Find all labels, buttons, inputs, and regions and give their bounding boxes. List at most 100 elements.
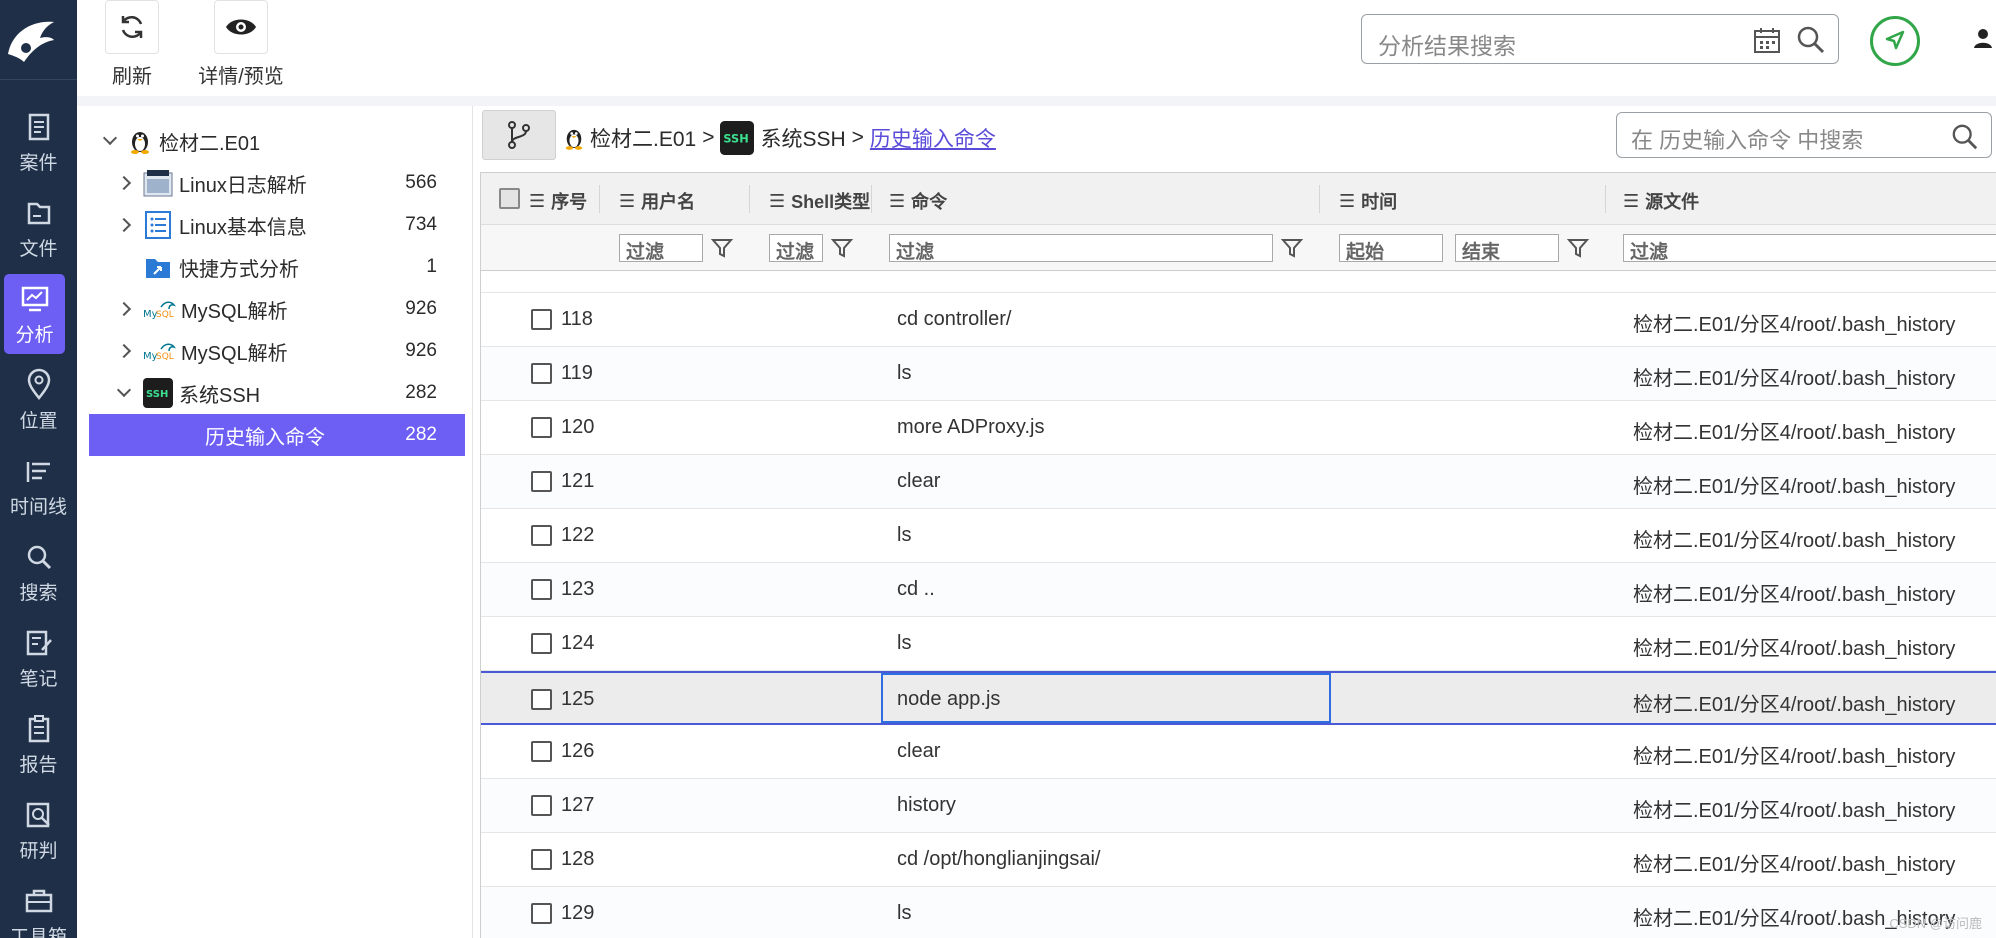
tree-item-history-commands[interactable]: 历史输入命令 282 [89,414,465,456]
row-command[interactable]: ls [897,902,911,925]
refresh-button[interactable]: 刷新 [103,0,161,89]
table-row[interactable]: 122 ls 检材二.E01/分区4/root/.bash_history [481,509,1996,563]
row-command[interactable]: ls [897,524,911,547]
nav-item-case[interactable]: 案件 [0,110,77,188]
column-header-time[interactable]: ☰ 时间 [1339,188,1397,214]
row-command[interactable]: ls [897,632,911,655]
table-row[interactable]: 127 history 检材二.E01/分区4/root/.bash_history [481,779,1996,833]
row-command[interactable]: ls [897,362,911,385]
filter-source-input[interactable]: 过滤 [1623,234,1996,263]
row-checkbox[interactable] [531,579,552,600]
nav-item-note[interactable]: 笔记 [0,626,77,704]
filter-time-end-input[interactable]: 结束 [1455,234,1559,263]
row-source-file[interactable]: 检材二.E01/分区4/root/.bash_history [1633,524,1955,553]
tree-item-linux-log[interactable]: Linux日志解析 566 [89,162,465,204]
chevron-down-icon[interactable] [116,382,132,398]
filter-icon[interactable] [1281,237,1303,259]
row-source-file[interactable]: 检材二.E01/分区4/root/.bash_history [1633,362,1955,391]
table-row[interactable]: 118 cd controller/检材二.E01/分区4/root/.bash_… [481,293,1996,347]
user-icon[interactable] [1971,26,1995,50]
row-source-file[interactable]: 检材二.E01/分区4/root/.bash_history [1633,740,1955,769]
row-checkbox[interactable] [531,525,552,546]
select-all-checkbox[interactable] [499,188,520,209]
nav-item-search[interactable]: 搜索 [0,540,77,618]
nav-item-file[interactable]: 文件 [0,196,77,274]
row-checkbox[interactable] [531,363,552,384]
row-source-file[interactable]: 检材二.E01/分区4/root/.bash_history [1633,416,1955,445]
chevron-right-icon[interactable] [116,343,132,359]
table-row[interactable]: 124 ls 检材二.E01/分区4/root/.bash_history [481,617,1996,671]
nav-item-toolbox[interactable]: 工具箱 [0,884,77,938]
row-source-file[interactable]: 检材二.E01/分区4/root/.bash_history [1633,578,1955,607]
filter-icon[interactable] [1567,237,1589,259]
row-command[interactable]: more ADProxy.js [897,416,1044,439]
table-row[interactable]: 120 more ADProxy.js 检材二.E01/分区4/root/.bash… [481,401,1996,455]
tree-root-evidence[interactable]: 检材二.E01 [102,120,481,162]
breadcrumb-root[interactable]: 检材二.E01 [590,123,696,153]
tree-item-ssh[interactable]: SSH 系统SSH 282 [89,372,465,414]
column-header-username[interactable]: ☰ 用户名 [619,188,695,214]
search-icon[interactable] [1951,123,1979,151]
row-checkbox[interactable] [531,689,552,710]
chevron-down-icon[interactable] [102,130,118,146]
table-row[interactable]: 125 node app.js 检材二.E01/分区4/root/.bash_his… [481,671,1996,725]
calendar-icon[interactable] [1752,25,1782,55]
row-command[interactable]: cd .. [897,578,935,601]
tree-item-mysql-1[interactable]: My SQL MySQL解析 926 [89,288,465,330]
row-command[interactable]: cd /opt/honglianjingsai/ [897,848,1100,871]
row-command[interactable]: node app.js [897,688,1000,711]
table-row[interactable]: 126 clear 检材二.E01/分区4/root/.bash_history [481,725,1996,779]
branch-button[interactable] [482,110,556,160]
search-icon[interactable] [1796,25,1826,55]
row-source-file[interactable]: 检材二.E01/分区4/root/.bash_history [1633,848,1955,877]
column-header-index[interactable]: ☰ 序号 [529,188,587,214]
filter-icon[interactable] [831,237,853,259]
row-checkbox[interactable] [531,795,552,816]
row-checkbox[interactable] [531,903,552,924]
table-search-input[interactable]: 在 历史输入命令 中搜索 [1616,112,1992,158]
table-row[interactable]: 129 ls 检材二.E01/分区4/root/.bash_history [481,887,1996,938]
breadcrumb-current[interactable]: 历史输入命令 [870,123,996,153]
table-row[interactable]: 119 ls 检材二.E01/分区4/root/.bash_history [481,347,1996,401]
chevron-right-icon[interactable] [116,175,132,191]
nav-item-analysis[interactable]: 分析 [4,274,65,354]
tree-item-shortcut[interactable]: 快捷方式分析 1 [89,246,465,288]
row-checkbox[interactable] [531,741,552,762]
filter-time-start-input[interactable]: 起始 [1339,234,1443,263]
row-command[interactable]: history [897,794,956,817]
filter-icon[interactable] [711,237,733,259]
row-source-file[interactable]: 检材二.E01/分区4/root/.bash_history [1633,794,1955,823]
row-checkbox[interactable] [531,471,552,492]
nav-item-report[interactable]: 报告 [0,712,77,790]
chevron-right-icon[interactable] [116,301,132,317]
table-row[interactable]: 128 cd /opt/honglianjingsai/检材二.E01/分区4/r… [481,833,1996,887]
column-header-command[interactable]: ☰ 命令 [889,188,947,214]
nav-item-timeline[interactable]: 时间线 [0,454,77,532]
row-checkbox[interactable] [531,417,552,438]
row-source-file[interactable]: 检材二.E01/分区4/root/.bash_history [1633,632,1955,661]
row-command[interactable]: clear [897,740,940,763]
chevron-right-icon[interactable] [116,217,132,233]
analysis-search-input[interactable]: 分析结果搜索 [1361,14,1839,64]
filter-command-input[interactable]: 过滤 [889,234,1273,263]
row-source-file[interactable]: 检材二.E01/分区4/root/.bash_history [1633,688,1955,717]
row-checkbox[interactable] [531,633,552,654]
nav-item-judge[interactable]: 研判 [0,798,77,876]
row-command[interactable]: clear [897,470,940,493]
column-header-source[interactable]: ☰ 源文件 [1623,188,1699,214]
row-source-file[interactable]: 检材二.E01/分区4/root/.bash_history [1633,470,1955,499]
tree-item-linux-info[interactable]: Linux基本信息 734 [89,204,465,246]
row-command[interactable]: cd controller/ [897,308,1012,331]
row-checkbox[interactable] [531,309,552,330]
row-source-file[interactable]: 检材二.E01/分区4/root/.bash_history [1633,308,1955,337]
tree-item-mysql-2[interactable]: My SQL MySQL解析 926 [89,330,465,372]
row-checkbox[interactable] [531,849,552,870]
nav-item-location[interactable]: 位置 [0,368,77,446]
table-row[interactable]: 123 cd .. 检材二.E01/分区4/root/.bash_history [481,563,1996,617]
breadcrumb-mid[interactable]: 系统SSH [760,123,845,153]
location-pin-button[interactable] [1870,16,1920,66]
filter-shell-input[interactable]: 过滤 [769,234,823,263]
column-header-shell[interactable]: ☰ Shell类型 [769,188,870,214]
table-row[interactable]: 121 clear 检材二.E01/分区4/root/.bash_history [481,455,1996,509]
detail-preview-button[interactable]: 详情/预览 [181,0,301,89]
